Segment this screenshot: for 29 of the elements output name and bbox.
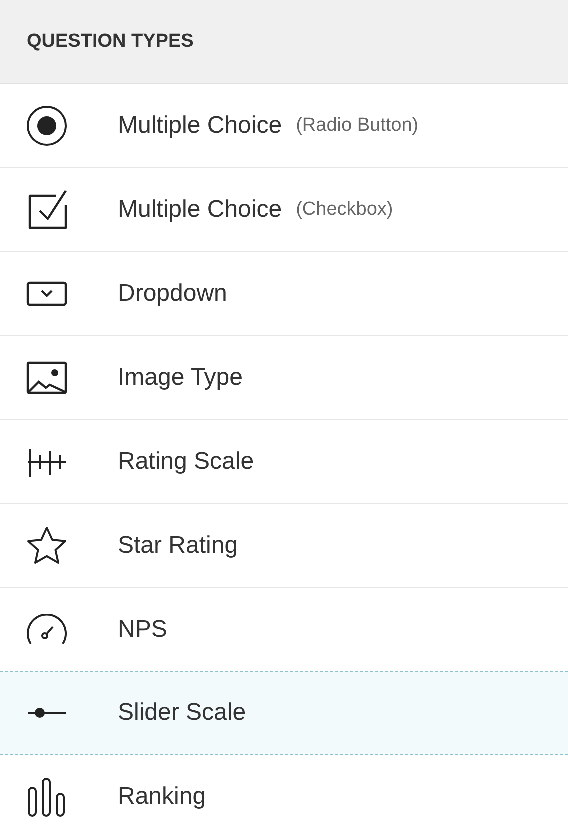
star-icon [26,526,68,566]
question-type-label: Image Type [118,364,243,392]
dropdown-icon [26,280,68,306]
question-type-label: Rating Scale [118,448,254,476]
question-type-label: NPS [118,616,168,644]
question-type-item[interactable]: Multiple Choice (Radio Button) [0,84,568,168]
question-type-label: Multiple Choice [118,196,282,224]
radio-button-icon [26,104,68,146]
panel-title: QUESTION TYPES [27,30,194,52]
question-type-note: (Checkbox) [296,198,394,220]
question-type-item[interactable]: Dropdown [0,252,568,336]
question-type-label: Slider Scale [118,699,246,727]
bars-icon [26,776,68,816]
question-type-item[interactable]: Ranking [0,755,568,838]
question-type-label: Multiple Choice [118,112,282,140]
question-type-item[interactable]: Slider Scale [0,671,568,755]
question-type-item[interactable]: Image Type [0,336,568,420]
scale-icon [26,446,68,476]
slider-icon [26,707,68,719]
question-type-item[interactable]: Multiple Choice (Checkbox) [0,168,568,252]
question-type-label: Ranking [118,782,206,810]
question-type-note: (Radio Button) [296,114,419,136]
image-icon [26,360,68,394]
question-type-item[interactable]: Rating Scale [0,420,568,504]
question-type-label: Star Rating [118,532,238,560]
gauge-icon [26,614,68,646]
checkbox-icon [26,188,68,230]
question-type-label: Dropdown [118,280,228,308]
question-type-item[interactable]: Star Rating [0,504,568,588]
